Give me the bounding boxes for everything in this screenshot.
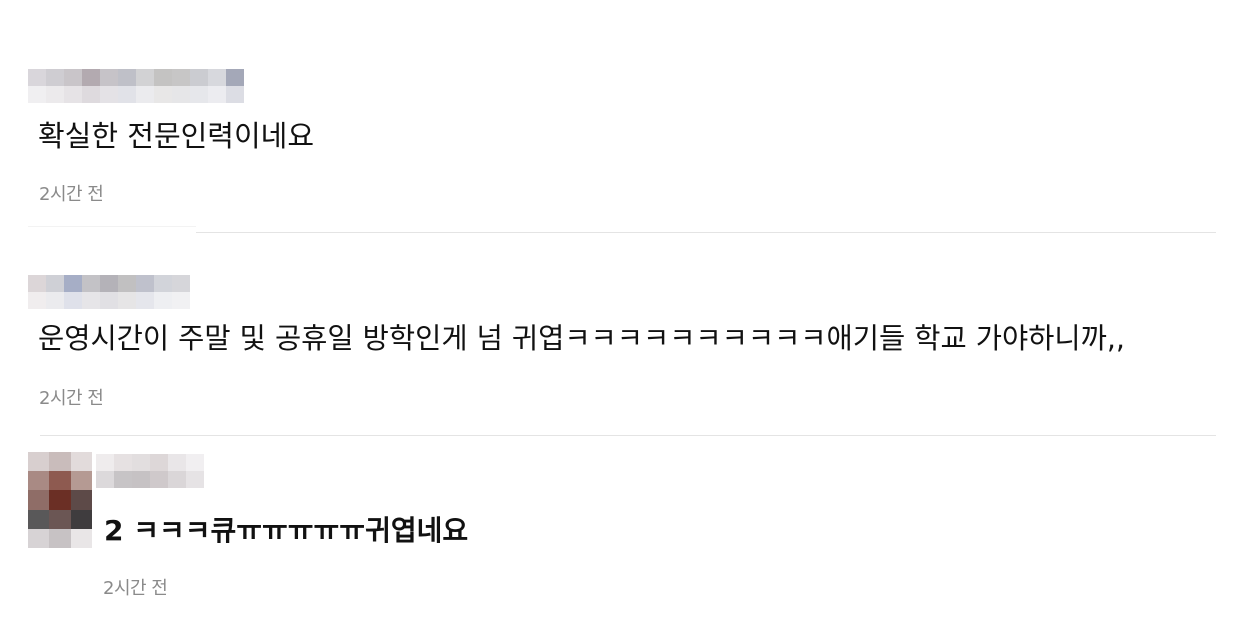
comment-text: 확실한 전문인력이네요: [38, 119, 315, 153]
author-name-blurred[interactable]: [28, 275, 190, 309]
divider: [28, 226, 196, 227]
avatar[interactable]: [28, 452, 92, 548]
comment-timestamp: 2시간 전: [103, 578, 168, 599]
comment-timestamp: 2시간 전: [39, 184, 104, 205]
comment-text: 2 ㅋㅋㅋ큐ㅠㅠㅠㅠㅠ귀엽네요: [104, 514, 469, 547]
comment-item: 확실한 전문인력이네요 2시간 전: [0, 0, 1242, 235]
divider: [40, 435, 1216, 436]
author-name-blurred[interactable]: [96, 454, 208, 488]
divider: [196, 232, 1216, 233]
comment-item: 2 ㅋㅋㅋ큐ㅠㅠㅠㅠㅠ귀엽네요 2시간 전: [0, 437, 1242, 641]
comment-timestamp: 2시간 전: [39, 388, 104, 409]
comment-text: 운영시간이 주말 및 공휴일 방학인게 넘 귀엽ㅋㅋㅋㅋㅋㅋㅋㅋㅋㅋ애기들 학교…: [38, 322, 1125, 355]
comment-list: 확실한 전문인력이네요 2시간 전 운영시간이 주말 및 공휴일 방학인게 넘 …: [0, 0, 1242, 641]
comment-item: 운영시간이 주말 및 공휴일 방학인게 넘 귀엽ㅋㅋㅋㅋㅋㅋㅋㅋㅋㅋ애기들 학교…: [0, 235, 1242, 437]
author-name-blurred[interactable]: [28, 69, 254, 103]
